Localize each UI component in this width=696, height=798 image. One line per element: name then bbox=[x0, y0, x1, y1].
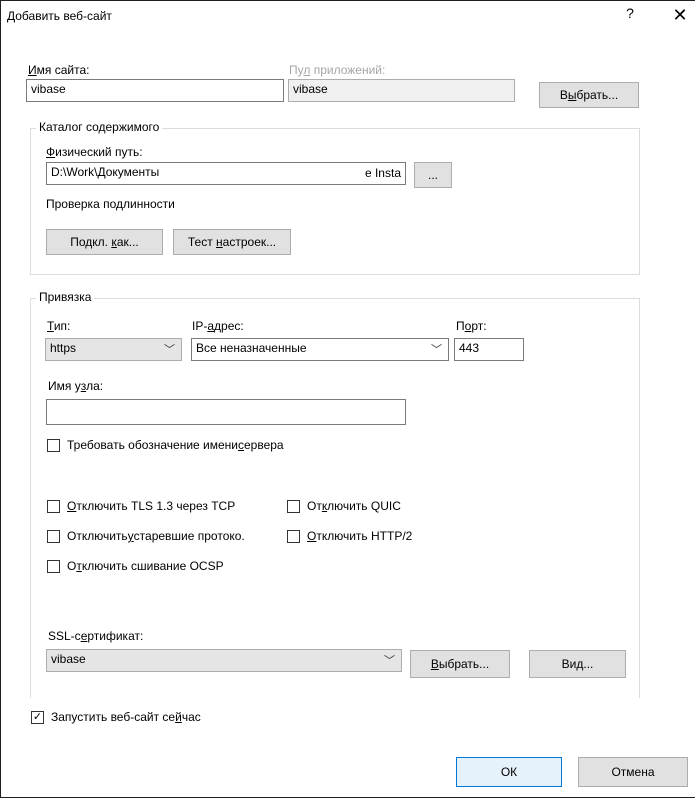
cancel-button[interactable]: Отмена bbox=[578, 757, 688, 787]
type-select[interactable]: https ﹀ bbox=[45, 338, 182, 361]
checkbox-box[interactable] bbox=[47, 438, 60, 452]
disable-quic-checkbox[interactable]: От к лючить QUIC bbox=[287, 499, 401, 513]
chevron-down-icon: ﹀ bbox=[431, 344, 442, 356]
host-name-label: Имя узла: bbox=[48, 379, 104, 393]
test-settings-button[interactable]: Тест настроек... bbox=[173, 229, 291, 255]
ok-button[interactable]: ОК bbox=[456, 757, 562, 787]
browse-path-button[interactable]: ... bbox=[414, 162, 452, 188]
add-website-dialog: Добавить веб-сайт ? ✕ Имя сайта: vibase … bbox=[0, 0, 695, 798]
help-button[interactable]: ? bbox=[620, 5, 640, 21]
dialog-title: Добавить веб-сайт bbox=[7, 9, 112, 23]
checkbox-box[interactable] bbox=[287, 529, 300, 543]
physical-path-input[interactable]: D:\Work\Документы e Insta bbox=[46, 162, 406, 185]
ssl-certificate-select[interactable]: vibase ﹀ bbox=[46, 649, 402, 672]
app-pool-label: Пул приложений: bbox=[289, 63, 386, 77]
disable-legacy-protocols-checkbox[interactable]: Отключить у старевшие протоко. bbox=[47, 529, 245, 543]
redacted-path-area bbox=[177, 165, 357, 182]
ssl-certificate-label: SSL-сертификат: bbox=[48, 629, 144, 643]
disable-http2-checkbox[interactable]: Отключить HTTP/2 bbox=[287, 529, 412, 543]
disable-tls13-checkbox[interactable]: Отключить TLS 1.3 через TCP bbox=[47, 499, 235, 513]
connect-as-button[interactable]: Подкл. как... bbox=[46, 229, 163, 255]
site-name-label: Имя сайта: bbox=[28, 63, 90, 77]
port-label: Порт: bbox=[456, 319, 487, 333]
type-label: Тип: bbox=[47, 319, 71, 333]
select-pool-button[interactable]: Выбрать... bbox=[539, 82, 639, 108]
select-ssl-button[interactable]: Выбрать... bbox=[410, 650, 510, 678]
binding-label: Привязка bbox=[36, 290, 95, 304]
close-icon[interactable]: ✕ bbox=[668, 3, 692, 27]
check-icon[interactable]: ✓ bbox=[31, 710, 44, 724]
require-sni-checkbox[interactable]: Требовать обозначение имени с ервера bbox=[47, 438, 284, 452]
ip-address-select[interactable]: Все неназначенные ﹀ bbox=[191, 338, 449, 361]
port-input[interactable]: 443 bbox=[454, 338, 524, 361]
chevron-down-icon: ﹀ bbox=[164, 344, 175, 356]
checkbox-box[interactable] bbox=[47, 559, 60, 573]
host-name-input[interactable] bbox=[46, 399, 406, 425]
authentication-label: Проверка подлинности bbox=[46, 197, 175, 211]
start-website-checkbox[interactable]: ✓ Запустить веб-сайт се й час bbox=[31, 710, 201, 724]
physical-path-label: Физический путь: bbox=[46, 145, 143, 159]
chevron-down-icon: ﹀ bbox=[384, 655, 395, 667]
disable-ocsp-stapling-checkbox[interactable]: От ключить сшивание OCSP bbox=[47, 559, 224, 573]
site-name-input[interactable]: vibase bbox=[26, 79, 284, 102]
checkbox-box[interactable] bbox=[47, 529, 60, 543]
ip-address-label: IP-адрес: bbox=[192, 319, 244, 333]
view-ssl-button[interactable]: Вид... bbox=[529, 650, 626, 678]
checkbox-box[interactable] bbox=[287, 499, 300, 513]
content-directory-label: Каталог содержимого bbox=[36, 120, 163, 134]
app-pool-field: vibase bbox=[288, 79, 515, 102]
checkbox-box[interactable] bbox=[47, 499, 60, 513]
